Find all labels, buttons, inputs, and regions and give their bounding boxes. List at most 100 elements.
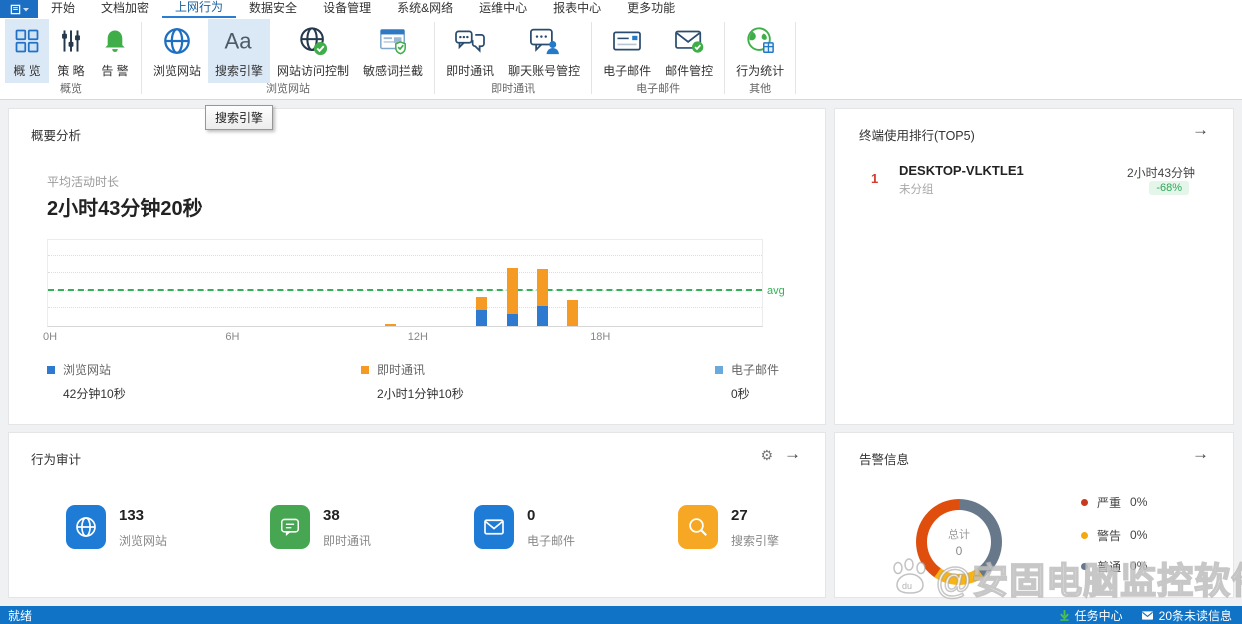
arrow-right-icon[interactable]: → [1192, 445, 1209, 463]
legend-dot [1081, 563, 1088, 570]
alert-button[interactable]: 告 警 [93, 19, 137, 83]
ribbon-group-label-email: 电子邮件 [593, 83, 723, 99]
legend-value: 42分钟10秒 [63, 385, 347, 402]
svg-text:Aa: Aa [225, 29, 253, 54]
im-button[interactable]: 即时通讯 [439, 19, 501, 83]
alarm-legend-normal: 普通 0% [1081, 559, 1147, 573]
unread-messages-button[interactable]: 20条未读信息 [1141, 607, 1232, 624]
tooltip-search-engine: 搜索引擎 [205, 105, 273, 130]
gear-icon[interactable]: ⚙ [760, 446, 773, 464]
terminal-group: 未分组 [899, 181, 934, 197]
legend-swatch [47, 366, 55, 374]
avg-activity-value: 2小时43分钟20秒 [47, 192, 203, 221]
chat-bubbles-icon [454, 25, 486, 57]
legend-value: 2小时1分钟10秒 [377, 385, 661, 402]
ribbon: 概 览 策 略 告 警 概览 浏览网站 [0, 18, 1242, 100]
ribbon-group-label-im: 即时通讯 [436, 83, 590, 99]
legend-swatch [715, 366, 723, 374]
search-icon [678, 505, 718, 549]
menu-tab-device-mgmt[interactable]: 设备管理 [310, 0, 384, 18]
ribbon-group-label-other: 其他 [726, 83, 794, 99]
website-access-control-button[interactable]: 网站访问控制 [270, 19, 356, 83]
stat-im: 38 即时通讯 [270, 505, 371, 549]
avg-line-label: avg [767, 285, 785, 297]
browse-website-button[interactable]: 浏览网站 [146, 19, 208, 83]
arrow-right-icon[interactable]: → [1192, 121, 1209, 139]
mail-check-icon [673, 25, 705, 57]
ribbon-separator [591, 22, 592, 94]
audit-card-title: 行为审计 [31, 449, 81, 468]
chat-icon [270, 505, 310, 549]
chat-account-control-button[interactable]: 聊天账号管控 [501, 19, 587, 83]
stat-search: 27 搜索引擎 [678, 505, 779, 549]
content-area: 概要分析 平均活动时长 2小时43分钟20秒 avg 0H6H12H18H 浏览… [0, 100, 1242, 606]
behavior-stats-button[interactable]: 行为统计 [729, 19, 791, 83]
donut-center: 总计 0 [927, 510, 991, 574]
terminal-name: DESKTOP-VLKTLE1 [899, 163, 1024, 178]
ranking-card-title: 终端使用排行(TOP5) [859, 125, 975, 144]
ribbon-group-label-web: 浏览网站 [143, 83, 433, 99]
summary-card-title: 概要分析 [31, 125, 81, 144]
app-window-icon [10, 4, 21, 15]
alarm-legend-warning: 警告 0% [1081, 528, 1147, 542]
sensitive-word-block-button[interactable]: 敏感词拦截 [356, 19, 430, 83]
stat-web: 133 浏览网站 [66, 505, 167, 549]
globe-table-icon [745, 25, 775, 57]
task-center-button[interactable]: 任务中心 [1059, 607, 1123, 624]
mail-card-icon [611, 25, 643, 57]
menu-tab-doc-encrypt[interactable]: 文档加密 [88, 0, 162, 18]
ribbon-separator [434, 22, 435, 94]
sliders-icon [58, 25, 84, 57]
chat-person-icon [528, 25, 560, 57]
app-menu-button[interactable] [0, 0, 38, 18]
email-button[interactable]: 电子邮件 [596, 19, 658, 83]
avg-activity-label: 平均活动时长 [47, 173, 119, 190]
ribbon-group-other: 行为统计 其他 [726, 18, 794, 99]
change-badge: -68% [1149, 181, 1189, 195]
terminal-duration: 2小时43分钟 [1127, 164, 1195, 181]
legend-dot [1081, 499, 1088, 506]
ribbon-group-overview: 概 览 策 略 告 警 概览 [2, 18, 140, 99]
stat-email: 0 电子邮件 [474, 505, 575, 549]
legend-swatch [361, 366, 369, 374]
ribbon-group-im: 即时通讯 聊天账号管控 即时通讯 [436, 18, 590, 99]
alarm-donut-chart: 总计 0 [916, 499, 1002, 585]
mail-control-button[interactable]: 邮件管控 [658, 19, 720, 83]
status-bar: 就绪 任务中心 20条未读信息 [0, 606, 1242, 624]
browser-shield-icon [378, 25, 408, 57]
ribbon-group-web-browsing: 浏览网站 Aa 搜索引擎 网站访问控制 敏感词拦截 浏览网站 [143, 18, 433, 99]
grid-icon [13, 25, 41, 57]
globe-check-icon [298, 25, 328, 57]
menu-tab-report-center[interactable]: 报表中心 [540, 0, 614, 18]
menu-tab-ops-center[interactable]: 运维中心 [466, 0, 540, 18]
chevron-down-icon [23, 7, 29, 12]
alarm-legend-critical: 严重 0% [1081, 495, 1147, 509]
terminal-ranking-card: 终端使用排行(TOP5) → 1 DESKTOP-VLKTLE1 未分组 2小时… [834, 108, 1234, 425]
ribbon-separator [141, 22, 142, 94]
behavior-audit-card: 行为审计 ⚙ → 133 浏览网站 38 即时通讯 0 电子邮件 [8, 432, 826, 598]
menu-tab-internet-behavior[interactable]: 上网行为 [162, 0, 236, 18]
aa-text-icon: Aa [222, 25, 256, 57]
bell-icon [102, 25, 128, 57]
menubar: 开始 文档加密 上网行为 数据安全 设备管理 系统&网络 运维中心 报表中心 更… [0, 0, 1242, 18]
legend-item-im: 即时通讯 2小时1分钟10秒 [361, 361, 661, 402]
menu-tab-data-security[interactable]: 数据安全 [236, 0, 310, 18]
ribbon-separator [724, 22, 725, 94]
summary-analysis-card: 概要分析 平均活动时长 2小时43分钟20秒 avg 0H6H12H18H 浏览… [8, 108, 826, 425]
activity-bar-chart [47, 239, 763, 327]
menu-tab-start[interactable]: 开始 [38, 0, 88, 18]
ribbon-group-email: 电子邮件 邮件管控 电子邮件 [593, 18, 723, 99]
globe-icon [162, 25, 192, 57]
chart-x-axis: 0H6H12H18H [47, 331, 763, 345]
search-engine-button[interactable]: Aa 搜索引擎 [208, 19, 270, 83]
legend-dot [1081, 532, 1088, 539]
ribbon-separator [795, 22, 796, 94]
arrow-right-icon[interactable]: → [784, 445, 801, 463]
overview-button[interactable]: 概 览 [5, 19, 49, 83]
mail-icon [474, 505, 514, 549]
legend-item-web: 浏览网站 42分钟10秒 [47, 361, 347, 402]
menu-tab-more[interactable]: 更多功能 [614, 0, 688, 18]
ribbon-group-label-overview: 概览 [2, 83, 140, 99]
policy-button[interactable]: 策 略 [49, 19, 93, 83]
menu-tab-system-network[interactable]: 系统&网络 [384, 0, 466, 18]
